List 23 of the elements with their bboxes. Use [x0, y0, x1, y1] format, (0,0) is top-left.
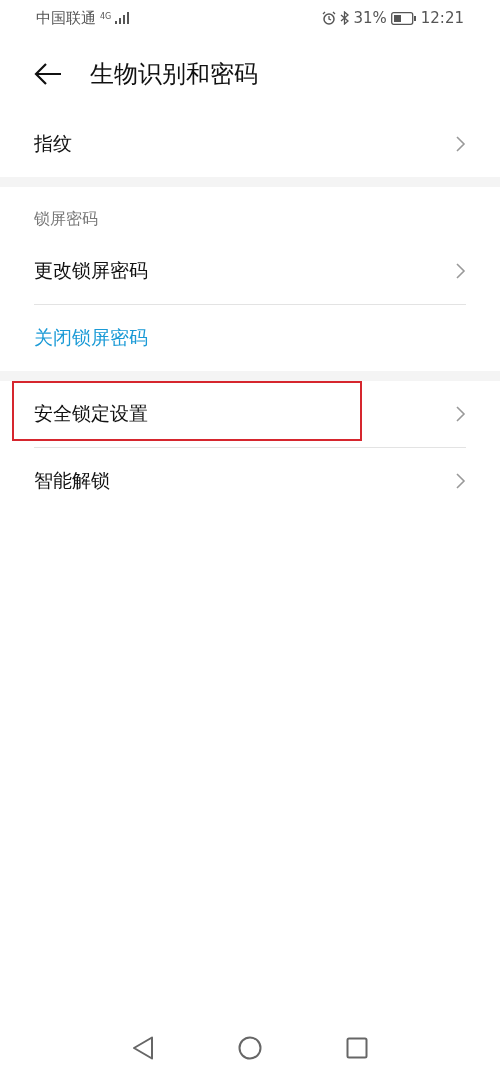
battery-icon [390, 11, 417, 25]
chevron-right-icon [456, 406, 466, 422]
carrier-name: 中国联通 [36, 8, 96, 28]
recents-square-icon[interactable] [346, 1037, 368, 1059]
battery-percentage: 31% [353, 9, 387, 27]
alarm-icon [322, 11, 337, 25]
settings-row[interactable]: 更改锁屏密码 [0, 238, 500, 304]
chevron-right-icon [456, 263, 466, 279]
back-triangle-icon[interactable] [132, 1036, 154, 1060]
page-title: 生物识别和密码 [90, 58, 258, 90]
settings-row[interactable]: 智能解锁 [0, 448, 500, 514]
back-arrow-icon [34, 62, 62, 85]
settings-row[interactable]: 安全锁定设置 [0, 381, 500, 447]
home-circle-icon[interactable] [238, 1036, 262, 1060]
settings-row[interactable]: 指纹 [0, 111, 500, 177]
network-type: 4G [100, 12, 112, 21]
signal-icon [115, 12, 130, 24]
chevron-right-icon [456, 473, 466, 489]
back-button[interactable] [34, 62, 62, 85]
clock-time: 12:21 [420, 9, 464, 27]
chevron-right-icon [456, 136, 466, 152]
bluetooth-icon [340, 11, 350, 25]
section-heading: 锁屏密码 [33, 208, 99, 230]
